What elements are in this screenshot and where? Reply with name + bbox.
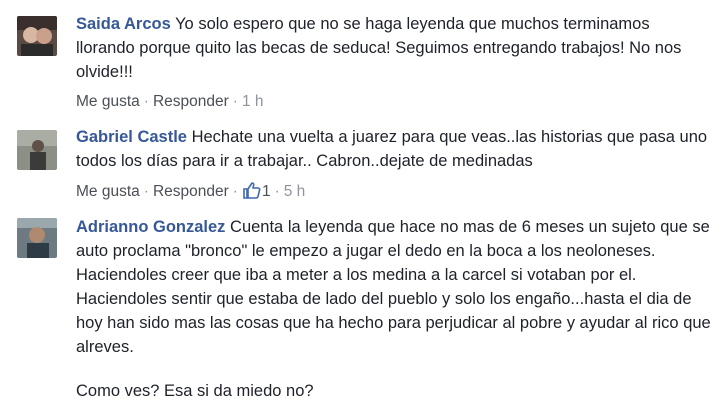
reply-link[interactable]: Responder — [153, 183, 229, 200]
timestamp[interactable]: 1 h — [242, 93, 264, 110]
like-link[interactable]: Me gusta — [76, 183, 140, 200]
comment-text: Cuenta la leyenda que hace no mas de 6 m… — [76, 218, 711, 356]
author-name[interactable]: Gabriel Castle — [76, 128, 187, 146]
avatar[interactable] — [17, 218, 57, 258]
thumbs-up-icon — [243, 182, 261, 199]
like-link[interactable]: Me gusta — [76, 93, 140, 110]
comment-actions: Me gusta · Responder · 1 · 5 h — [76, 182, 306, 200]
avatar[interactable] — [17, 130, 57, 170]
comment-body: Gabriel Castle Hechate una vuelta a juar… — [76, 125, 712, 173]
comment-actions: Me gusta · Responder · 1 h — [76, 93, 264, 110]
comment-body: Saida Arcos Yo solo espero que no se hag… — [76, 12, 712, 84]
comment-1: Saida Arcos Yo solo espero que no se hag… — [0, 0, 722, 120]
comment-body: Adrianno Gonzalez Cuenta la leyenda que … — [76, 215, 712, 403]
reaction-count[interactable]: 1 — [242, 182, 271, 200]
reply-link[interactable]: Responder — [153, 93, 229, 110]
comment-text-paragraph-2: Como ves? Esa si da miedo no? — [76, 382, 314, 400]
author-name[interactable]: Saida Arcos — [76, 15, 171, 33]
timestamp[interactable]: 5 h — [284, 183, 306, 200]
avatar[interactable] — [17, 16, 57, 56]
author-name[interactable]: Adrianno Gonzalez — [76, 218, 225, 236]
